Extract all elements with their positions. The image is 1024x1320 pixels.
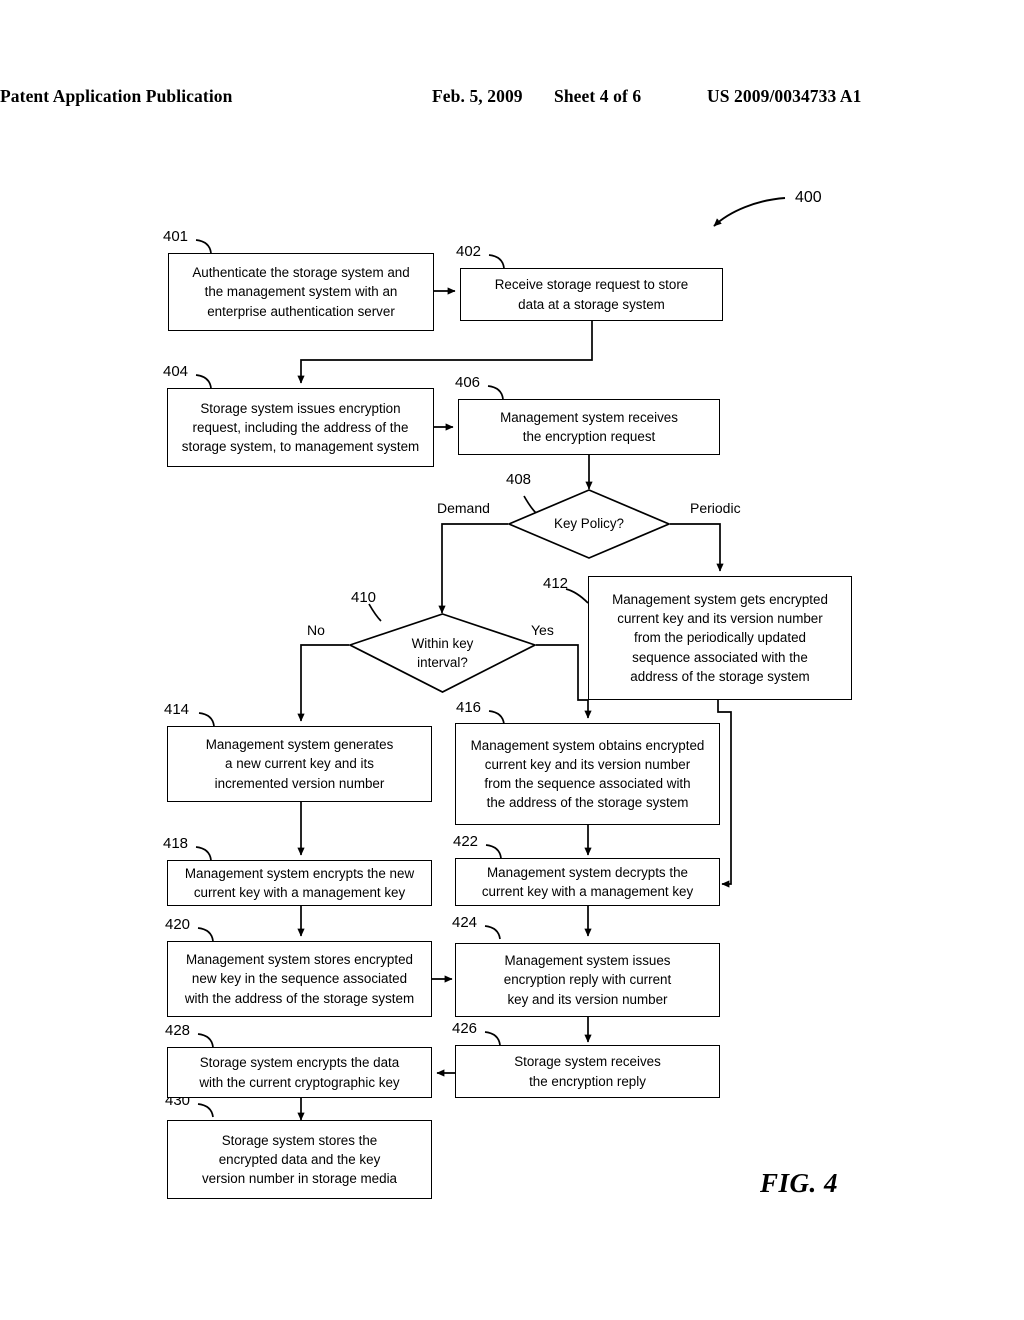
ref-400: 400 xyxy=(795,189,822,206)
lead-line-401 xyxy=(195,239,212,254)
lead-line-414 xyxy=(198,712,215,727)
ref-422: 422 xyxy=(453,833,479,850)
edge-label-demand: Demand xyxy=(437,500,490,516)
ref-406: 406 xyxy=(455,374,481,391)
patent-figure-page: Patent Application Publication Feb. 5, 2… xyxy=(0,0,1024,1320)
edge-410-yes-416 xyxy=(536,644,592,719)
node-408-label: Key Policy? xyxy=(554,516,624,532)
lead-line-418 xyxy=(195,846,212,861)
node-428: Storage system encrypts the data with th… xyxy=(167,1047,432,1098)
ref-401: 401 xyxy=(163,228,189,245)
node-430: Storage system stores the encrypted data… xyxy=(167,1120,432,1199)
node-414: Management system generates a new curren… xyxy=(167,726,432,802)
ref-412: 412 xyxy=(543,575,569,592)
node-406: Management system receives the encryptio… xyxy=(458,399,720,455)
node-416: Management system obtains encrypted curr… xyxy=(455,723,720,825)
node-420: Management system stores encrypted new k… xyxy=(167,941,432,1017)
lead-line-430 xyxy=(197,1103,214,1118)
node-418: Management system encrypts the new curre… xyxy=(167,860,432,906)
ref-424: 424 xyxy=(452,914,478,931)
lead-line-400 xyxy=(713,197,786,227)
ref-408: 408 xyxy=(506,471,532,488)
node-404: Storage system issues encryption request… xyxy=(167,388,434,467)
ref-426: 426 xyxy=(452,1020,478,1037)
node-408: Key Policy? xyxy=(508,489,670,559)
edge-408-demand-410 xyxy=(438,523,508,614)
lead-line-404 xyxy=(195,374,212,389)
lead-line-406 xyxy=(487,385,504,400)
ref-428: 428 xyxy=(165,1022,191,1039)
lead-line-422 xyxy=(485,844,502,859)
edge-label-no: No xyxy=(307,622,325,638)
node-424: Management system issues encryption repl… xyxy=(455,943,720,1017)
node-410: Within key interval? xyxy=(349,613,536,693)
lead-line-412 xyxy=(565,588,589,604)
lead-line-420 xyxy=(197,927,214,942)
flowchart: 401 402 404 406 408 410 412 414 416 418 … xyxy=(0,0,1024,1320)
ref-418: 418 xyxy=(163,835,189,852)
edge-label-periodic: Periodic xyxy=(690,500,741,516)
node-402: Receive storage request to store data at… xyxy=(460,268,723,321)
ref-410: 410 xyxy=(351,589,377,606)
ref-404: 404 xyxy=(163,363,189,380)
node-410-label: Within key interval? xyxy=(411,635,474,670)
lead-line-402 xyxy=(488,254,505,269)
edge-410-no-414 xyxy=(297,644,349,722)
node-422: Management system decrypts the current k… xyxy=(455,858,720,906)
lead-line-428 xyxy=(197,1033,214,1048)
node-426: Storage system receives the encryption r… xyxy=(455,1045,720,1098)
ref-420: 420 xyxy=(165,916,191,933)
figure-caption: FIG. 4 xyxy=(760,1168,839,1198)
lead-line-426 xyxy=(484,1031,501,1046)
node-401: Authenticate the storage system and the … xyxy=(168,253,434,331)
edge-408-periodic-412 xyxy=(670,523,724,572)
ref-402: 402 xyxy=(456,243,482,260)
node-412: Management system gets encrypted current… xyxy=(588,576,852,700)
ref-414: 414 xyxy=(164,701,190,718)
lead-line-424 xyxy=(484,925,501,940)
